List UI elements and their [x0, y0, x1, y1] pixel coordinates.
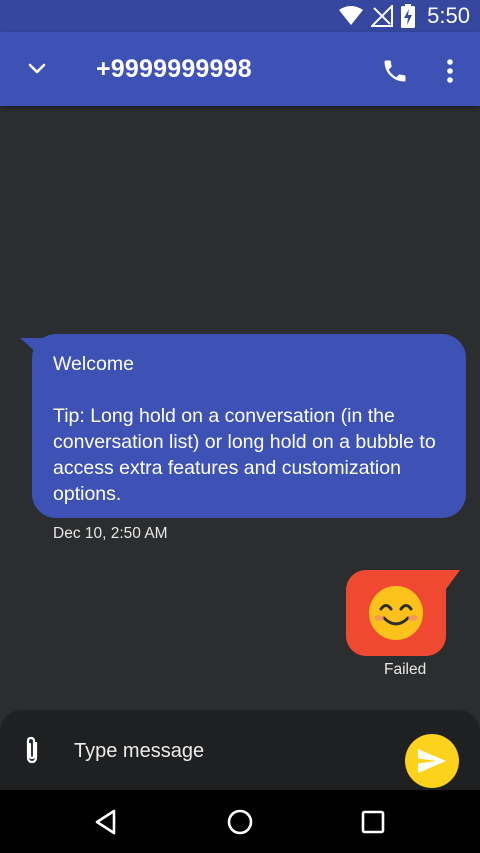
collapse-button[interactable] [20, 54, 54, 84]
send-icon [418, 749, 446, 773]
battery-charging-icon [401, 4, 416, 28]
home-icon [227, 809, 253, 835]
conversation-title: +9999999998 [96, 55, 252, 83]
status-time: 5:50 [427, 3, 470, 28]
paperclip-icon [26, 736, 38, 764]
smiling-face-emoji [369, 586, 423, 640]
call-button[interactable] [378, 54, 412, 88]
navigation-bar [0, 790, 480, 853]
chevron-down-icon [28, 63, 46, 74]
outgoing-message[interactable] [346, 570, 446, 656]
recents-button[interactable] [355, 804, 391, 840]
home-button[interactable] [222, 804, 258, 840]
status-bar: 5:50 [0, 0, 480, 32]
recents-icon [361, 810, 385, 834]
phone-icon [384, 60, 406, 82]
message-input[interactable] [74, 736, 374, 766]
message-timestamp: Dec 10, 2:50 AM [53, 525, 168, 542]
message-composer [0, 710, 480, 790]
back-button[interactable] [88, 804, 124, 840]
wifi-icon [339, 6, 364, 25]
send-button[interactable] [405, 734, 459, 788]
more-options-button[interactable] [438, 54, 462, 88]
delivery-status: Failed [384, 661, 427, 678]
back-icon [95, 809, 116, 835]
attach-button[interactable] [18, 732, 46, 768]
incoming-bubble-text: Welcome Tip: Long hold on a conversation… [32, 334, 466, 518]
no-signal-icon [371, 5, 394, 27]
app-bar: +9999999998 [0, 32, 480, 106]
more-vert-icon [447, 59, 453, 83]
